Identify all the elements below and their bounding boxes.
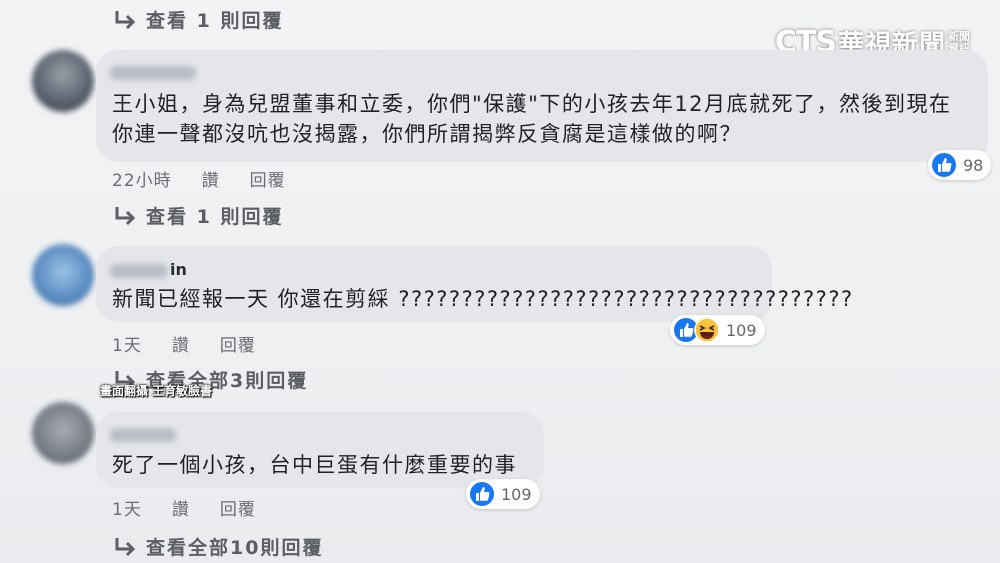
like-reaction-icon [932,153,956,177]
like-link[interactable]: 讚 [172,495,190,520]
commenter-name-blurred[interactable] [110,66,196,80]
view-replies-link[interactable]: 查看 1 則回覆 [112,202,283,229]
comment-time[interactable]: 1天 [112,331,142,356]
view-replies-link[interactable]: 查看全部10則回覆 [112,533,323,560]
like-link[interactable]: 讚 [172,331,190,356]
reaction-count: 109 [501,484,532,504]
reaction-summary[interactable]: 98 [928,150,992,180]
comment-time[interactable]: 1天 [112,495,142,520]
comment-text: 死了一個小孩，台中巨蛋有什麼重要的事 [112,453,517,477]
avatar[interactable] [32,402,94,464]
commenter-name-blurred[interactable] [110,428,176,442]
comment-text: 王小姐，身為兒盟董事和立委，你們"保護"下的小孩去年12月底就死了，然後到現在 [112,92,952,116]
view-replies-link[interactable]: 查看 1 則回覆 [112,6,283,33]
logo-side-top: 新聞 [948,29,970,43]
reaction-summary[interactable]: 109 [670,315,765,345]
reply-arrow-icon [115,206,136,225]
view-replies-label: 查看 1 則回覆 [146,10,284,32]
like-link[interactable]: 讚 [202,166,220,191]
comment-time[interactable]: 22小時 [112,166,172,191]
haha-reaction-icon [694,317,720,343]
comment-text: 新聞已經報一天 你還在剪綵 ??????????????????????????… [112,287,854,311]
commenter-name-suffix[interactable]: in [170,260,187,279]
commenter-name-blurred[interactable] [110,264,168,278]
view-replies-label: 查看全部10則回覆 [146,537,324,559]
reply-link[interactable]: 回覆 [250,166,286,191]
reply-arrow-icon [115,10,136,29]
reaction-summary[interactable]: 109 [466,479,540,509]
reaction-count: 109 [726,320,757,340]
comment-meta: 22小時 讚 回覆 [112,166,286,191]
view-replies-label: 查看 1 則回覆 [146,206,284,228]
reply-link[interactable]: 回覆 [220,331,256,356]
comment-meta: 1天 讚 回覆 [112,331,256,356]
reply-link[interactable]: 回覆 [220,495,256,520]
comment-meta: 1天 讚 回覆 [112,495,256,520]
like-reaction-icon [470,482,494,506]
comment-text-line2: 你連一聲都沒吭也沒揭露，你們所謂揭弊反貪腐是這樣做的啊？ [112,122,742,146]
news-caption: 畫面翻攝 王育敏臉書 [100,384,213,398]
reaction-count: 98 [963,155,984,175]
avatar[interactable] [32,244,94,306]
avatar[interactable] [32,50,94,112]
reply-arrow-icon [115,537,136,556]
